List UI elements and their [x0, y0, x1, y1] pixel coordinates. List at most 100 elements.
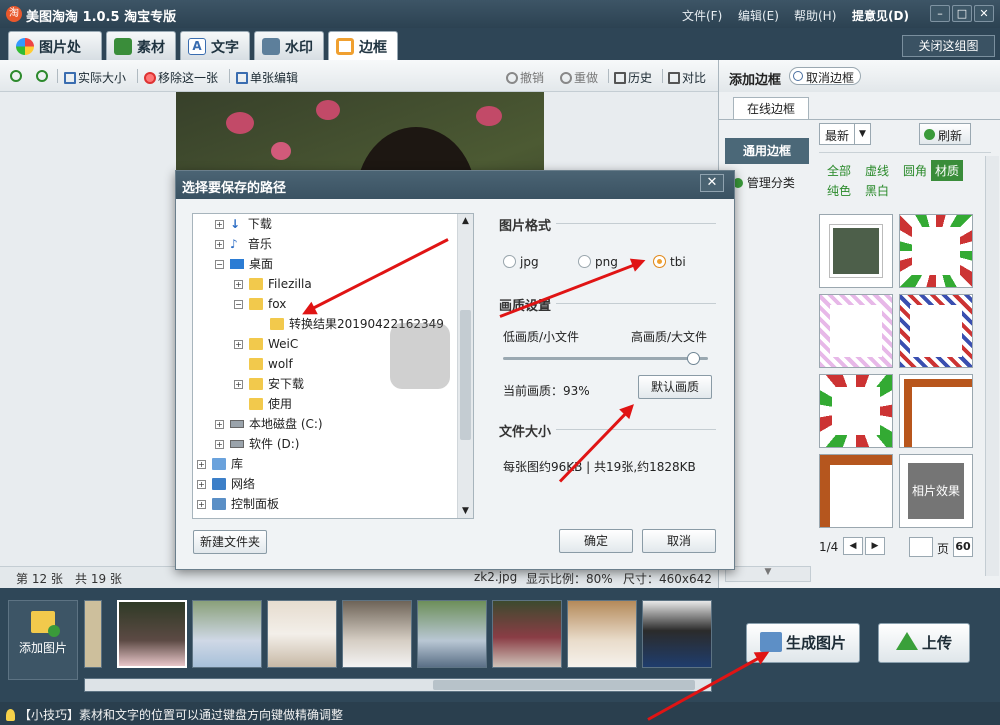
minimize-button[interactable]: – — [930, 5, 950, 22]
category-scroll-down[interactable]: ▼ — [725, 566, 811, 582]
cancel-border-button[interactable]: 取消边框 — [789, 67, 862, 85]
format-jpg-radio[interactable]: jpg — [503, 255, 539, 269]
tree-item-desktop[interactable]: − 桌面 — [215, 254, 273, 274]
tree-item-fox[interactable]: − fox — [234, 294, 286, 314]
page-size[interactable]: 60 — [953, 537, 973, 557]
tree-item-downloads[interactable]: + ↓ 下载 — [215, 214, 272, 234]
tree-item-use[interactable]: 使用 — [249, 394, 292, 414]
status-size: 尺寸：460x642 — [623, 572, 712, 586]
history-button[interactable]: 历史 — [614, 69, 652, 86]
remove-label: 移除这一张 — [158, 71, 219, 85]
border-thumb[interactable]: 相片效果 — [899, 454, 973, 528]
film-thumb[interactable] — [342, 600, 412, 668]
category-general[interactable]: 通用边框 — [725, 138, 809, 164]
panel-scrollbar[interactable] — [985, 156, 999, 576]
film-thumb[interactable] — [492, 600, 562, 668]
filter-rounded[interactable]: 圆角 — [903, 162, 927, 179]
filter-solid[interactable]: 纯色 — [827, 182, 851, 199]
film-thumb[interactable] — [117, 600, 187, 668]
page-input[interactable] — [909, 537, 933, 557]
tree-item-wolf[interactable]: wolf — [249, 354, 293, 374]
tree-item-drive-c[interactable]: + 本地磁盘 (C:) — [215, 414, 323, 434]
cancel-button[interactable]: 取消 — [642, 529, 716, 553]
filter-dashed[interactable]: 虚线 — [865, 162, 889, 179]
actual-size-button[interactable]: 实际大小 — [64, 69, 126, 86]
dialog-close-button[interactable]: ✕ — [700, 174, 724, 192]
tree-item-filezilla[interactable]: + Filezilla — [234, 274, 312, 294]
folder-icon — [249, 298, 263, 310]
upload-button[interactable]: 上传 — [878, 623, 970, 663]
compare-icon — [668, 72, 680, 84]
menu-help[interactable]: 帮助(H) — [794, 7, 836, 24]
border-thumb[interactable] — [819, 374, 893, 448]
tree-item-network[interactable]: + 网络 — [197, 474, 255, 494]
quality-slider-handle[interactable] — [686, 352, 700, 365]
single-edit-button[interactable]: 单张编辑 — [236, 69, 298, 86]
remove-button[interactable]: 移除这一张 — [144, 69, 218, 86]
format-png-radio[interactable]: png — [578, 255, 618, 269]
tree-label: 库 — [231, 457, 244, 471]
divider — [57, 69, 58, 83]
filter-texture[interactable]: 材质 — [931, 160, 964, 181]
tab-watermark[interactable]: 水印 — [254, 31, 324, 60]
tree-scrollbar[interactable]: ▲ ▼ — [457, 214, 473, 518]
sort-select[interactable]: 最新 ▼ — [819, 123, 871, 145]
border-thumb[interactable] — [819, 294, 893, 368]
scroll-thumb[interactable] — [460, 310, 471, 440]
actual-size-icon — [64, 72, 76, 84]
tab-bar: 图片处理 素材 A 文字 水印 边框 — [0, 28, 1000, 76]
film-thumb[interactable] — [567, 600, 637, 668]
film-thumb[interactable] — [267, 600, 337, 668]
refresh-label: 刷新 — [938, 129, 963, 143]
next-page-button[interactable]: ▶ — [865, 537, 885, 555]
compare-button[interactable]: 对比 — [668, 69, 706, 86]
close-group-button[interactable]: 关闭这组图 — [902, 35, 995, 57]
film-thumb[interactable] — [192, 600, 262, 668]
tab-online-border[interactable]: 在线边框 — [733, 97, 809, 119]
border-thumb[interactable] — [899, 294, 973, 368]
tree-item-music[interactable]: + ♪ 音乐 — [215, 234, 272, 254]
chevron-down-icon: ▼ — [854, 124, 870, 144]
menu-edit[interactable]: 编辑(E) — [738, 7, 779, 24]
film-thumb[interactable] — [417, 600, 487, 668]
tree-item-control-panel[interactable]: + 控制面板 — [197, 494, 279, 514]
border-thumb[interactable] — [899, 214, 973, 288]
quality-low-label: 低画质/小文件 — [503, 330, 580, 344]
film-thumb[interactable] — [642, 600, 712, 668]
zoom-out-button[interactable] — [36, 69, 50, 83]
refresh-button[interactable]: 刷新 — [919, 123, 971, 145]
add-image-button[interactable]: 添加图片 — [8, 600, 78, 680]
undo-button[interactable]: 撤销 — [506, 69, 544, 86]
border-thumb[interactable] — [819, 454, 893, 528]
menu-file[interactable]: 文件(F) — [682, 7, 722, 24]
filmstrip-scrollbar[interactable] — [84, 678, 712, 692]
menu-feedback[interactable]: 提意见(D) — [852, 7, 909, 24]
quality-slider[interactable] — [503, 352, 708, 365]
quality-high-label: 高画质/大文件 — [631, 330, 708, 344]
redo-button[interactable]: 重做 — [560, 69, 598, 86]
tab-image-processing[interactable]: 图片处理 — [8, 31, 102, 76]
manage-category-button[interactable]: 管理分类 — [733, 174, 795, 191]
tree-item-anxiazai[interactable]: + 安下载 — [234, 374, 304, 394]
filter-all[interactable]: 全部 — [827, 162, 851, 179]
format-tbi-radio[interactable]: tbi — [653, 255, 686, 269]
tree-item-drive-d[interactable]: + 软件 (D:) — [215, 434, 299, 454]
tree-item-weic[interactable]: + WeiC — [234, 334, 298, 354]
maximize-button[interactable]: □ — [952, 5, 972, 22]
zoom-in-button[interactable] — [10, 69, 24, 83]
generate-label: 生成图片 — [785, 634, 846, 652]
prev-page-button[interactable]: ◀ — [843, 537, 863, 555]
default-quality-button[interactable]: 默认画质 — [638, 375, 712, 399]
filter-bw[interactable]: 黑白 — [865, 182, 889, 199]
border-thumb[interactable] — [819, 214, 893, 288]
ok-button[interactable]: 确定 — [559, 529, 633, 553]
border-thumb[interactable] — [899, 374, 973, 448]
close-window-button[interactable]: ✕ — [974, 5, 994, 22]
tab-material[interactable]: 素材 — [106, 31, 176, 60]
scroll-thumb[interactable] — [433, 680, 695, 690]
tree-item-library[interactable]: + 库 — [197, 454, 243, 474]
tab-border[interactable]: 边框 — [328, 31, 398, 60]
tab-text[interactable]: A 文字 — [180, 31, 250, 60]
new-folder-button[interactable]: 新建文件夹 — [193, 530, 267, 554]
film-thumb[interactable] — [84, 600, 102, 668]
